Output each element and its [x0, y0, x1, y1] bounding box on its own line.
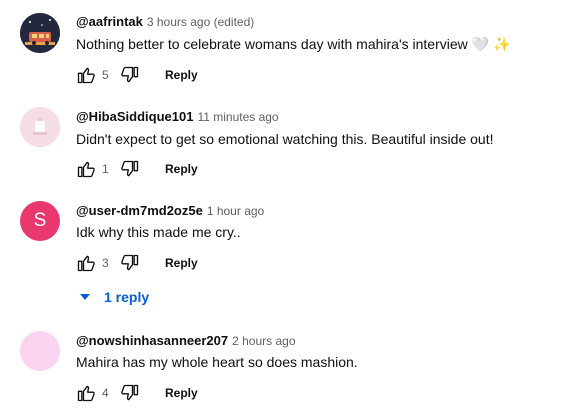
comment-text: Idk why this made me cry..	[76, 224, 241, 240]
reply-button[interactable]: Reply	[165, 68, 198, 82]
thumbs-up-icon[interactable]	[76, 159, 96, 179]
avatar[interactable]	[20, 331, 60, 371]
avatar[interactable]	[20, 107, 60, 147]
reply-button[interactable]: Reply	[165, 386, 198, 400]
like-count: 5	[102, 68, 109, 82]
caret-down-icon	[80, 294, 90, 300]
thumbs-down-icon[interactable]	[120, 159, 140, 179]
comment-author[interactable]: @aafrintak	[76, 14, 143, 29]
thumbs-up-icon[interactable]	[76, 65, 96, 85]
comment-header: @nowshinhasanneer207 2 hours ago	[76, 332, 296, 350]
comment-time[interactable]: 3 hours ago (edited)	[147, 15, 254, 29]
comment-time[interactable]: 1 hour ago	[207, 204, 264, 218]
replies-count-label: 1 reply	[104, 289, 150, 305]
avatar-image	[20, 13, 60, 53]
comment-actions: 4 Reply	[76, 383, 198, 403]
comment-time[interactable]: 2 hours ago	[232, 334, 295, 348]
comment-header: @user-dm7md2oz5e 1 hour ago	[76, 202, 264, 220]
avatar[interactable]	[20, 13, 60, 53]
reply-button[interactable]: Reply	[165, 162, 198, 176]
comment-header: @HibaSiddique101 11 minutes ago	[76, 108, 279, 126]
like-count: 3	[102, 256, 109, 270]
thumbs-down-icon[interactable]	[120, 253, 140, 273]
like-count: 1	[102, 162, 109, 176]
comment-header: @aafrintak 3 hours ago (edited)	[76, 13, 254, 31]
view-replies-button[interactable]: 1 reply	[80, 287, 149, 307]
reply-button[interactable]: Reply	[165, 256, 198, 270]
comment-text: Nothing better to celebrate womans day w…	[76, 36, 511, 52]
comment-actions: 1 Reply	[76, 159, 198, 179]
comment-text: Didn't expect to get so emotional watchi…	[76, 131, 494, 147]
thumbs-up-icon[interactable]	[76, 383, 96, 403]
avatar-image	[20, 107, 60, 147]
comment-text: Mahira has my whole heart so does mashio…	[76, 354, 358, 370]
comment-author[interactable]: @user-dm7md2oz5e	[76, 203, 203, 218]
comment-time[interactable]: 11 minutes ago	[197, 110, 278, 124]
comment-actions: 3 Reply	[76, 253, 198, 273]
comment-author[interactable]: @HibaSiddique101	[76, 109, 193, 124]
avatar[interactable]: S	[20, 201, 60, 241]
avatar-letter: S	[33, 210, 47, 231]
like-count: 4	[102, 386, 109, 400]
comment-author[interactable]: @nowshinhasanneer207	[76, 333, 228, 348]
thumbs-down-icon[interactable]	[120, 65, 140, 85]
comment-actions: 5 Reply	[76, 65, 198, 85]
thumbs-down-icon[interactable]	[120, 383, 140, 403]
thumbs-up-icon[interactable]	[76, 253, 96, 273]
